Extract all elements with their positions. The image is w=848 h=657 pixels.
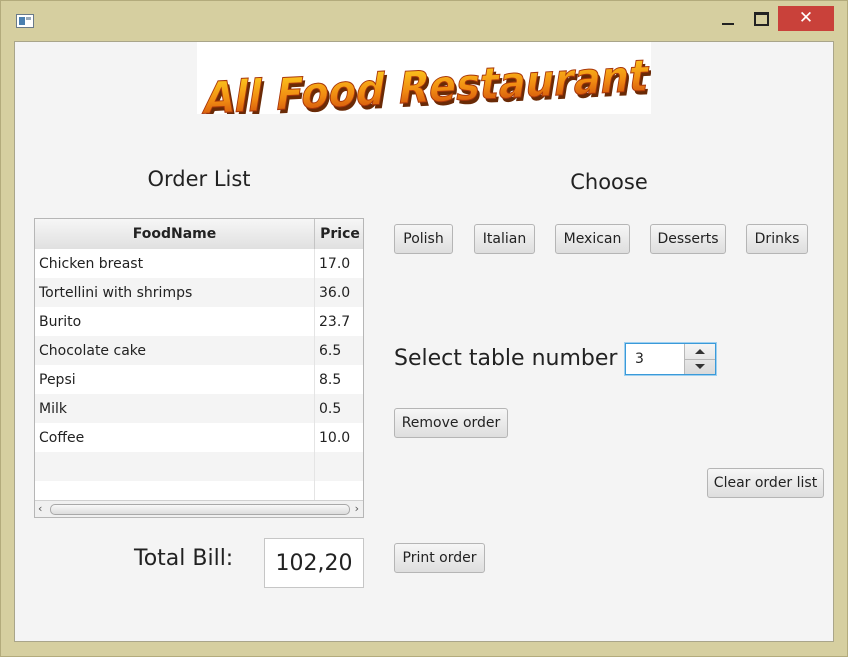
select-table-label: Select table number xyxy=(394,346,618,371)
table-row[interactable]: Burito 23.7 xyxy=(35,307,363,336)
table-header: FoodName Price xyxy=(35,219,363,250)
spinner-increment-button[interactable] xyxy=(685,344,715,360)
remove-order-button[interactable]: Remove order xyxy=(394,408,508,438)
table-row[interactable]: Tortellini with shrimps 36.0 xyxy=(35,278,363,307)
column-header-price[interactable]: Price xyxy=(315,219,363,249)
category-desserts-button[interactable]: Desserts xyxy=(650,224,726,254)
spinner-arrows xyxy=(684,344,715,374)
table-row[interactable]: Pepsi 8.5 xyxy=(35,365,363,394)
cell-price: 0.5 xyxy=(319,400,342,417)
print-order-button[interactable]: Print order xyxy=(394,543,485,573)
cell-foodname: Burito xyxy=(35,307,315,336)
choose-title: Choose xyxy=(570,170,648,194)
maximize-button[interactable] xyxy=(746,6,776,32)
close-button[interactable]: ✕ xyxy=(778,6,834,31)
horizontal-scrollbar[interactable]: ‹ › xyxy=(35,500,363,517)
arrow-up-icon xyxy=(695,349,705,354)
clear-order-list-button[interactable]: Clear order list xyxy=(707,468,824,498)
cell-foodname: Chicken breast xyxy=(35,249,315,278)
category-italian-button[interactable]: Italian xyxy=(474,224,535,254)
total-bill-value: 102,20 xyxy=(264,538,364,588)
empty-cell xyxy=(35,452,315,481)
app-window-icon[interactable] xyxy=(16,14,34,28)
cell-price: 8.5 xyxy=(319,371,342,388)
cell-foodname: Chocolate cake xyxy=(35,336,315,365)
cell-foodname: Pepsi xyxy=(35,365,315,394)
maximize-icon xyxy=(753,12,769,26)
empty-cell xyxy=(315,452,363,481)
order-table[interactable]: FoodName Price Chicken breast 17.0 Torte… xyxy=(34,218,364,518)
table-row[interactable]: Chocolate cake 6.5 xyxy=(35,336,363,365)
spinner-decrement-button[interactable] xyxy=(685,359,715,374)
cell-foodname: Tortellini with shrimps xyxy=(35,278,315,307)
scroll-left-icon[interactable]: ‹ xyxy=(38,502,42,515)
column-header-foodname[interactable]: FoodName xyxy=(35,219,315,249)
arrow-down-icon xyxy=(695,364,705,369)
minimize-button[interactable] xyxy=(712,6,744,32)
cell-foodname: Milk xyxy=(35,394,315,423)
close-icon: ✕ xyxy=(798,8,814,28)
cell-price: 36.0 xyxy=(319,284,351,301)
scrollbar-thumb[interactable] xyxy=(50,504,350,515)
table-number-value[interactable]: 3 xyxy=(635,344,644,374)
category-polish-button[interactable]: Polish xyxy=(394,224,453,254)
table-row[interactable]: Milk 0.5 xyxy=(35,394,363,423)
table-row[interactable]: Chicken breast 17.0 xyxy=(35,249,363,278)
minimize-icon xyxy=(722,23,734,25)
cell-foodname: Coffee xyxy=(35,423,315,452)
restaurant-logo: All Food Restaurant All Food Restaurant xyxy=(197,42,655,128)
scroll-right-icon[interactable]: › xyxy=(355,502,359,515)
title-bar[interactable]: ✕ xyxy=(1,1,847,39)
cell-price: 23.7 xyxy=(319,313,351,330)
logo-image: All Food Restaurant All Food Restaurant xyxy=(200,50,655,128)
table-number-spinner[interactable]: 3 xyxy=(625,343,716,375)
cell-price: 10.0 xyxy=(319,429,351,446)
empty-table-row xyxy=(35,452,363,481)
cell-price: 17.0 xyxy=(319,255,351,272)
order-list-title: Order List xyxy=(147,167,251,191)
total-bill-label: Total Bill: xyxy=(134,546,234,571)
category-mexican-button[interactable]: Mexican xyxy=(555,224,630,254)
category-drinks-button[interactable]: Drinks xyxy=(746,224,808,254)
table-row[interactable]: Coffee 10.0 xyxy=(35,423,363,452)
cell-price: 6.5 xyxy=(319,342,342,359)
